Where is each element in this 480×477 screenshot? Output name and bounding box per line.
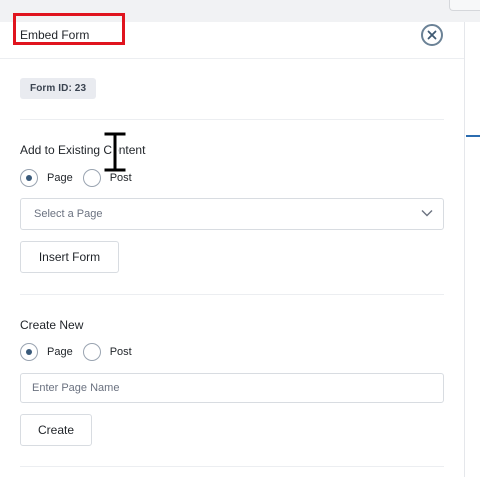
radio-create-page[interactable] — [20, 343, 38, 361]
text-cursor-icon — [103, 132, 127, 172]
divider — [20, 294, 444, 295]
radio-existing-page[interactable] — [20, 169, 38, 187]
page-name-input[interactable]: Enter Page Name — [20, 373, 444, 403]
form-id-badge: Form ID: 23 — [20, 78, 97, 99]
radio-label-post: Post — [109, 346, 132, 358]
divider — [20, 466, 444, 467]
close-icon — [427, 30, 437, 40]
radio-label-post: Post — [109, 172, 132, 184]
panel-title: Embed Form — [20, 28, 90, 42]
section-title-create-new: Create New — [20, 318, 84, 332]
radio-label-page: Page — [47, 346, 73, 358]
insert-form-button[interactable]: Insert Form — [20, 241, 119, 273]
embed-form-panel: Embed Form Form ID: 23 Add to Existing C… — [0, 13, 465, 477]
accent-indicator — [466, 135, 480, 137]
panel-header: Embed Form — [0, 13, 464, 59]
create-radio-group: Page Post — [20, 341, 142, 363]
top-strip-tab — [449, 0, 480, 11]
page-select[interactable]: Select a Page — [20, 198, 444, 230]
radio-label-page: Page — [47, 172, 73, 184]
radio-existing-post[interactable] — [82, 169, 101, 187]
page-name-placeholder: Enter Page Name — [32, 382, 120, 394]
page-select-value: Select a Page — [34, 208, 103, 220]
divider — [20, 119, 444, 120]
close-button[interactable] — [421, 24, 443, 46]
create-button[interactable]: Create — [20, 414, 92, 446]
chevron-down-icon — [421, 210, 433, 217]
radio-create-post[interactable] — [82, 343, 101, 361]
